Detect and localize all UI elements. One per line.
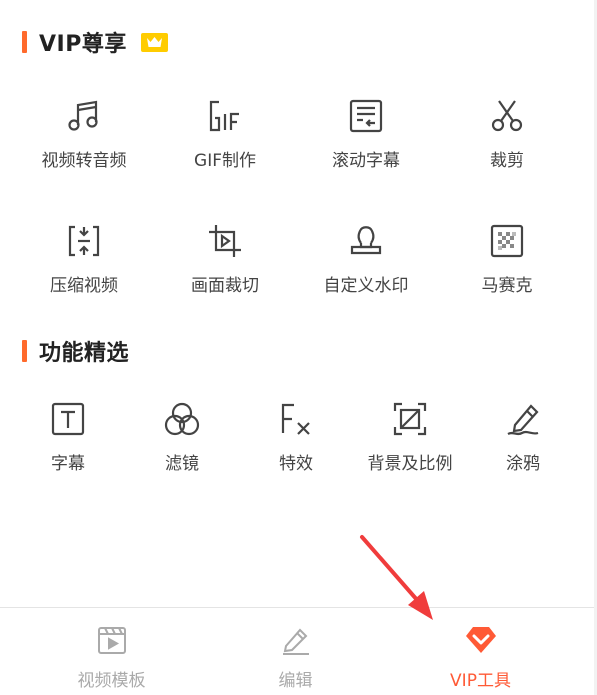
stamp-icon <box>346 221 386 261</box>
tab-vip-tools[interactable]: VIP工具 <box>381 608 580 695</box>
tool-label: 视频转音频 <box>41 151 127 171</box>
bottom-tab-bar: 视频模板 编辑 VIP工具 <box>0 607 597 695</box>
section-accent-bar <box>22 31 27 53</box>
tool-gif-maker[interactable]: GIF制作 <box>155 96 295 171</box>
tool-mosaic[interactable]: 马赛克 <box>437 221 577 296</box>
tool-custom-watermark[interactable]: 自定义水印 <box>296 221 436 296</box>
tool-label: 特效 <box>279 454 313 474</box>
tool-trim[interactable]: 裁剪 <box>437 96 577 171</box>
tool-label: GIF制作 <box>194 151 256 171</box>
tab-label: 编辑 <box>278 671 313 691</box>
tool-scroll-subtitle[interactable]: 滚动字幕 <box>296 96 436 171</box>
video-template-icon <box>94 622 130 658</box>
aspect-ratio-icon <box>390 399 430 439</box>
compress-icon <box>64 221 104 261</box>
vip-section-title: VIP尊享 <box>39 32 127 57</box>
tab-label: VIP工具 <box>450 671 511 691</box>
features-section-header: 功能精选 <box>22 335 129 367</box>
gif-icon <box>205 96 245 136</box>
music-note-icon <box>64 96 104 136</box>
tool-video-to-audio[interactable]: 视频转音频 <box>14 96 154 171</box>
tool-label: 背景及比例 <box>367 454 453 474</box>
tab-video-template[interactable]: 视频模板 <box>12 608 211 695</box>
tool-crop-frame[interactable]: 画面裁切 <box>155 221 295 296</box>
vip-section-header: VIP尊享 <box>22 26 168 58</box>
pen-icon <box>503 399 543 439</box>
tool-label: 裁剪 <box>490 151 524 171</box>
tool-label: 字幕 <box>51 454 85 474</box>
edit-pencil-icon <box>278 622 314 658</box>
crop-icon <box>205 221 245 261</box>
features-section-title: 功能精选 <box>39 341 130 366</box>
tool-label: 压缩视频 <box>50 276 118 296</box>
tool-label: 滚动字幕 <box>332 151 400 171</box>
mosaic-icon <box>487 221 527 261</box>
scissors-icon <box>487 96 527 136</box>
crown-icon <box>140 32 168 52</box>
tool-label: 自定义水印 <box>323 276 409 296</box>
tab-edit[interactable]: 编辑 <box>196 608 395 695</box>
fx-icon <box>276 399 316 439</box>
tool-label: 涂鸦 <box>506 454 540 474</box>
tool-label: 马赛克 <box>481 276 533 296</box>
tool-label: 滤镜 <box>165 454 199 474</box>
tool-compress-video[interactable]: 压缩视频 <box>14 221 154 296</box>
tool-doodle[interactable]: 涂鸦 <box>453 399 593 474</box>
tab-label: 视频模板 <box>77 671 146 691</box>
filter-circles-icon <box>162 399 202 439</box>
tool-label: 画面裁切 <box>191 276 259 296</box>
text-box-icon <box>48 399 88 439</box>
vip-chevron-icon <box>463 622 499 658</box>
scroll-subtitle-icon <box>346 96 386 136</box>
section-accent-bar <box>22 340 27 362</box>
